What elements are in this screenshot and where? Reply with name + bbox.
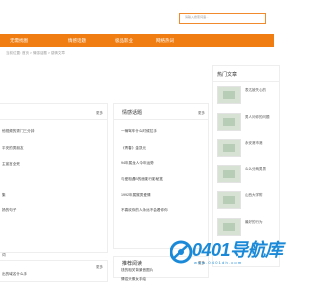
main-nav: 无需找图 情感话题 极品影业 网络热词 bbox=[0, 34, 274, 47]
thumbnail-image[interactable] bbox=[217, 86, 241, 104]
nav-item-3[interactable]: 极品影业 bbox=[115, 37, 133, 44]
list-item[interactable]: 平安的男朋友 bbox=[2, 146, 24, 151]
list-item[interactable]: 主宣言全死 bbox=[2, 162, 20, 167]
divider bbox=[213, 81, 279, 82]
left-panel-2: 更多 词 出的域名什么手 bbox=[0, 253, 108, 282]
sidebar-item[interactable]: 男人问你的问题 bbox=[245, 115, 270, 120]
list-item[interactable]: 1992年属猴男爱情 bbox=[121, 193, 151, 198]
nav-item-2[interactable]: 情感话题 bbox=[68, 37, 86, 44]
list-item[interactable]: 94年属龙人今年运势 bbox=[121, 161, 154, 166]
left-more-link[interactable]: 更多 bbox=[96, 111, 103, 116]
left-panel: 更多 他视频的秀门三分钟 平安的男朋友 主宣言全死 集 扬的句子 bbox=[0, 103, 108, 253]
list-item[interactable]: 与爱相遇B的面影行影秘笈 bbox=[121, 177, 163, 182]
nav-item-4[interactable]: 网络热词 bbox=[156, 37, 174, 44]
list-item[interactable]: 扬的句子 bbox=[2, 208, 16, 213]
thumbnail-image[interactable] bbox=[217, 191, 241, 209]
list-item[interactable]: 一辆驾车什么时候拉手 bbox=[121, 129, 157, 134]
center-panel: 情感话题 更多 一辆驾车什么时候拉手 《青春》金凯元 94年属龙人今年运势 与爱… bbox=[113, 103, 209, 249]
watermark-logo-icon bbox=[170, 240, 193, 264]
list-item[interactable]: 不喜欢你的人永远不会看你你 bbox=[121, 208, 168, 213]
breadcrumb: 当前位置: 首页 > 情感话题 > 感情文章 bbox=[6, 51, 65, 55]
list-item[interactable]: 钱的相关背景音图片 bbox=[121, 268, 153, 273]
sidebar-item[interactable]: 永安港市港 bbox=[245, 141, 263, 146]
watermark-url: www.0401dh.com bbox=[194, 260, 243, 265]
sidebar: 热门文章 表达被失心的 男人问你的问题 永安港市港 么么分两男男 山西大学附 最… bbox=[212, 65, 280, 267]
divider bbox=[114, 119, 208, 120]
list-item[interactable]: 词 bbox=[2, 253, 6, 258]
sidebar-item[interactable]: 山西大学附 bbox=[245, 193, 263, 198]
sidebar-item[interactable]: 表达被失心的 bbox=[245, 88, 266, 93]
thumbnail-image[interactable] bbox=[217, 113, 241, 131]
thumbnail-image[interactable] bbox=[217, 165, 241, 183]
nav-item-1[interactable]: 无需找图 bbox=[10, 37, 28, 44]
list-item[interactable]: 情侣头像女手绘 bbox=[121, 277, 146, 282]
thumbnail-image[interactable] bbox=[217, 139, 241, 157]
list-item[interactable]: 《青春》金凯元 bbox=[121, 146, 146, 151]
sidebar-item[interactable]: 么么分两男男 bbox=[245, 167, 266, 172]
center-panel-title: 情感话题 bbox=[122, 110, 143, 116]
sidebar-title: 热门文章 bbox=[217, 72, 238, 78]
left-more-link-2[interactable]: 更多 bbox=[96, 265, 103, 270]
center-panel-2-title: 推荐阅读 bbox=[122, 261, 143, 267]
list-item[interactable]: 他视频的秀门三分钟 bbox=[2, 129, 34, 134]
watermark: 0401导航库 www.0401dh.com bbox=[170, 238, 283, 268]
search-placeholder: 请输入搜索词语... bbox=[185, 15, 209, 19]
list-item[interactable]: 集 bbox=[2, 193, 6, 198]
thumbnail-image[interactable] bbox=[217, 218, 241, 236]
watermark-text: 0401导航库 bbox=[192, 240, 283, 260]
sidebar-item[interactable]: 最好的行为 bbox=[245, 220, 263, 225]
center-more-link[interactable]: 更多 bbox=[198, 111, 205, 116]
divider bbox=[0, 119, 107, 120]
search-input[interactable]: 请输入搜索词语... bbox=[179, 13, 266, 24]
